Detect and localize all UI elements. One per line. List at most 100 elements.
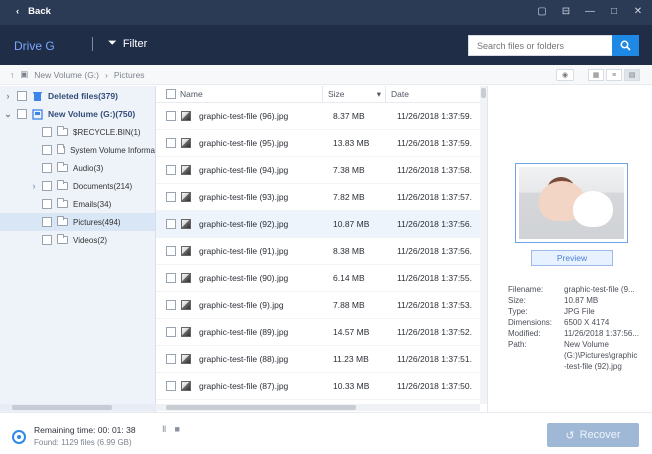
tree-label: Emails(34): [73, 199, 112, 209]
tree-item-documents[interactable]: › Documents(214): [0, 177, 155, 195]
preview-button[interactable]: Preview: [531, 250, 613, 266]
detail-value: JPG File: [564, 307, 595, 316]
table-row[interactable]: graphic-test-file (93).jpg 7.82 MB 11/26/2…: [156, 184, 487, 211]
restore-icon[interactable]: ▢: [536, 6, 548, 18]
chevron-left-icon: ‹: [16, 6, 20, 17]
maximize-icon[interactable]: □: [608, 6, 620, 18]
filter-button[interactable]: ⏷ Filter: [108, 37, 147, 50]
row-checkbox[interactable]: [166, 300, 176, 310]
file-size: 6.14 MB: [333, 273, 365, 283]
file-name: graphic-test-file (87).jpg: [199, 381, 289, 391]
file-date: 11/26/2018 1:37:57.: [397, 192, 472, 202]
filter-label: Filter: [122, 37, 148, 50]
thumbnail-view-icon[interactable]: ▦: [588, 69, 604, 81]
tree-checkbox[interactable]: [17, 109, 27, 119]
row-checkbox[interactable]: [166, 246, 176, 256]
table-vertical-scrollbar[interactable]: [480, 86, 487, 404]
scroll-thumb[interactable]: [481, 88, 486, 98]
table-body: graphic-test-file (96).jpg 8.37 MB 11/26/2…: [156, 103, 487, 400]
tree-checkbox[interactable]: [42, 181, 52, 191]
detail-label: Dimensions:: [508, 318, 553, 327]
tree-label: System Volume Informa: [70, 145, 155, 155]
pause-icon[interactable]: Ⅱ: [162, 424, 166, 435]
tree-item-videos[interactable]: Videos(2): [0, 231, 155, 249]
table-row[interactable]: graphic-test-file (91).jpg 8.38 MB 11/26/2…: [156, 238, 487, 265]
close-icon[interactable]: ✕: [632, 6, 644, 18]
file-name: graphic-test-file (88).jpg: [199, 354, 289, 364]
file-details: Filename: graphic-test-file (9... Size: 10…: [508, 284, 648, 372]
download-icon[interactable]: ⊟: [560, 6, 572, 18]
image-file-icon: [181, 111, 191, 121]
back-button[interactable]: ‹ Back: [16, 6, 51, 17]
table-row[interactable]: graphic-test-file (96).jpg 8.37 MB 11/26/2…: [156, 103, 487, 130]
tree-item-pictures[interactable]: Pictures(494): [0, 213, 155, 231]
tree-checkbox[interactable]: [42, 199, 52, 209]
list-view-icon[interactable]: ≡: [606, 69, 622, 81]
table-row[interactable]: graphic-test-file (88).jpg 11.23 MB 11/26/…: [156, 346, 487, 373]
tree-item-recycle[interactable]: $RECYCLE.BIN(1): [0, 123, 155, 141]
tree-checkbox[interactable]: [42, 163, 52, 173]
tree-checkbox[interactable]: [42, 145, 52, 155]
name-column-header[interactable]: Name: [180, 89, 322, 99]
row-checkbox[interactable]: [166, 219, 176, 229]
tree-item-system-volume[interactable]: System Volume Informa: [0, 141, 155, 159]
file-table: Name Size ▾ Date graphic-test-file (96).…: [156, 86, 487, 412]
row-checkbox[interactable]: [166, 192, 176, 202]
table-row[interactable]: graphic-test-file (9).jpg 7.88 MB 11/26/20…: [156, 292, 487, 319]
chevron-right-icon[interactable]: ›: [29, 181, 39, 191]
image-file-icon: [181, 300, 191, 310]
eye-icon[interactable]: ◉: [556, 69, 574, 81]
view-controls: ◉ ▦ ≡ ▤: [556, 69, 640, 81]
row-checkbox[interactable]: [166, 381, 176, 391]
detail-value: New Volume (G:)\Pictures\graphic -test-f…: [564, 340, 638, 371]
date-column-header[interactable]: Date: [385, 86, 473, 102]
table-row[interactable]: graphic-test-file (89).jpg 14.57 MB 11/26/…: [156, 319, 487, 346]
table-row[interactable]: graphic-test-file (90).jpg 6.14 MB 11/26/2…: [156, 265, 487, 292]
chevron-right-icon[interactable]: ›: [3, 91, 13, 101]
file-date: 11/26/2018 1:37:52.: [397, 327, 472, 337]
tree-checkbox[interactable]: [17, 91, 27, 101]
table-row-selected[interactable]: graphic-test-file (92).jpg 10.87 MB 11/26/…: [156, 211, 487, 238]
size-column-header[interactable]: Size ▾: [322, 86, 385, 102]
table-row[interactable]: graphic-test-file (95).jpg 13.83 MB 11/26/…: [156, 130, 487, 157]
row-checkbox[interactable]: [166, 111, 176, 121]
row-checkbox[interactable]: [166, 138, 176, 148]
drive-label: Drive G: [14, 39, 55, 53]
tree-item-emails[interactable]: Emails(34): [0, 195, 155, 213]
file-date: 11/26/2018 1:37:59.: [397, 138, 472, 148]
row-checkbox[interactable]: [166, 327, 176, 337]
search-input[interactable]: [468, 35, 613, 56]
chevron-down-icon[interactable]: ⌄: [3, 109, 13, 120]
breadcrumb-volume[interactable]: New Volume (G:): [34, 70, 99, 80]
file-size: 10.87 MB: [333, 219, 370, 229]
detail-label: Type:: [508, 307, 528, 316]
detail-filename: Filename: graphic-test-file (9...: [508, 284, 648, 295]
up-arrow-icon[interactable]: ↑: [10, 70, 14, 80]
tree-label: $RECYCLE.BIN(1): [73, 127, 141, 137]
stop-icon[interactable]: ■: [174, 424, 179, 435]
table-row[interactable]: graphic-test-file (87).jpg 10.33 MB 11/26/…: [156, 373, 487, 400]
scroll-thumb[interactable]: [166, 405, 356, 410]
details-view-icon[interactable]: ▤: [624, 69, 640, 81]
select-all-checkbox[interactable]: [166, 89, 176, 99]
tree-checkbox[interactable]: [42, 235, 52, 245]
tree-item-deleted-files[interactable]: › Deleted files(379): [0, 87, 155, 105]
scroll-thumb[interactable]: [12, 405, 112, 410]
row-checkbox[interactable]: [166, 354, 176, 364]
file-name: graphic-test-file (92).jpg: [199, 219, 289, 229]
detail-value: graphic-test-file (9...: [564, 285, 635, 294]
breadcrumb-pictures[interactable]: Pictures: [114, 70, 145, 80]
row-checkbox[interactable]: [166, 273, 176, 283]
table-row[interactable]: graphic-test-file (94).jpg 7.38 MB 11/26/2…: [156, 157, 487, 184]
tree-horizontal-scrollbar[interactable]: [0, 404, 156, 411]
row-checkbox[interactable]: [166, 165, 176, 175]
tree-item-audio[interactable]: Audio(3): [0, 159, 155, 177]
tree-checkbox[interactable]: [42, 217, 52, 227]
table-horizontal-scrollbar[interactable]: [156, 404, 480, 411]
recover-button[interactable]: ↺ Recover: [547, 423, 639, 447]
tree-checkbox[interactable]: [42, 127, 52, 137]
search-button[interactable]: [612, 35, 639, 56]
preview-panel: Preview Filename: graphic-test-file (9...…: [487, 86, 652, 412]
minimize-icon[interactable]: —: [584, 6, 596, 18]
tree-item-new-volume[interactable]: ⌄ New Volume (G:)(750): [0, 105, 155, 123]
